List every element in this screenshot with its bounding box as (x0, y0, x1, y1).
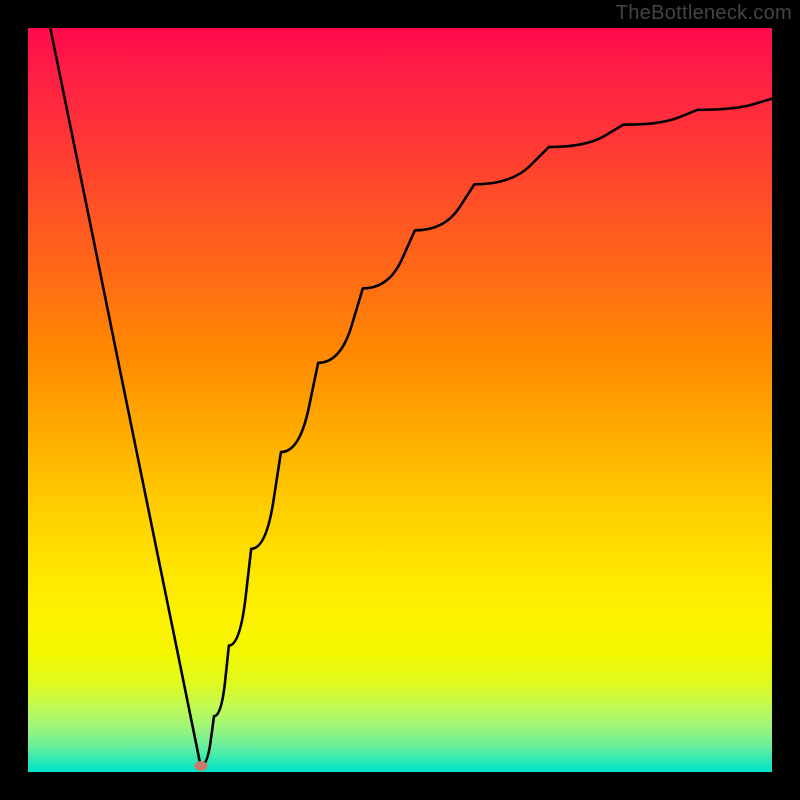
minimum-marker (194, 761, 207, 771)
bottleneck-curve (28, 28, 772, 772)
watermark-text: TheBottleneck.com (616, 2, 792, 25)
chart-frame: TheBottleneck.com (0, 0, 800, 800)
plot-area (28, 28, 772, 772)
curve-path (50, 28, 772, 766)
